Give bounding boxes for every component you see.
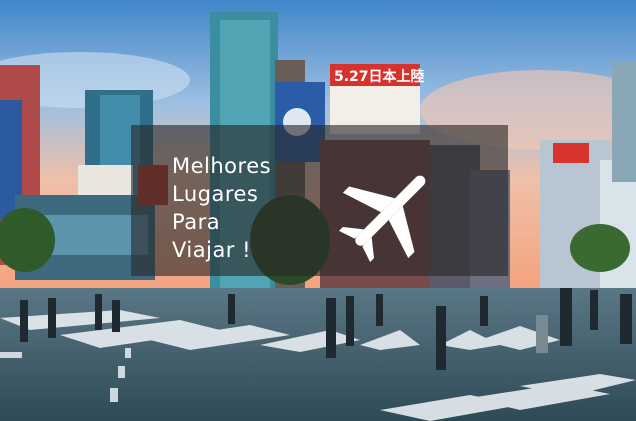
hero-headline: Melhores Lugares Para Viajar ! [172, 152, 271, 264]
headline-line-3: Para [172, 210, 221, 234]
headline-line-1: Melhores [172, 154, 272, 178]
headline-line-2: Lugares [172, 182, 259, 206]
headline-line-4: Viajar ! [172, 238, 252, 262]
billboard-text: 5.27日本上陸 [334, 68, 425, 85]
airplane-icon [338, 175, 426, 263]
